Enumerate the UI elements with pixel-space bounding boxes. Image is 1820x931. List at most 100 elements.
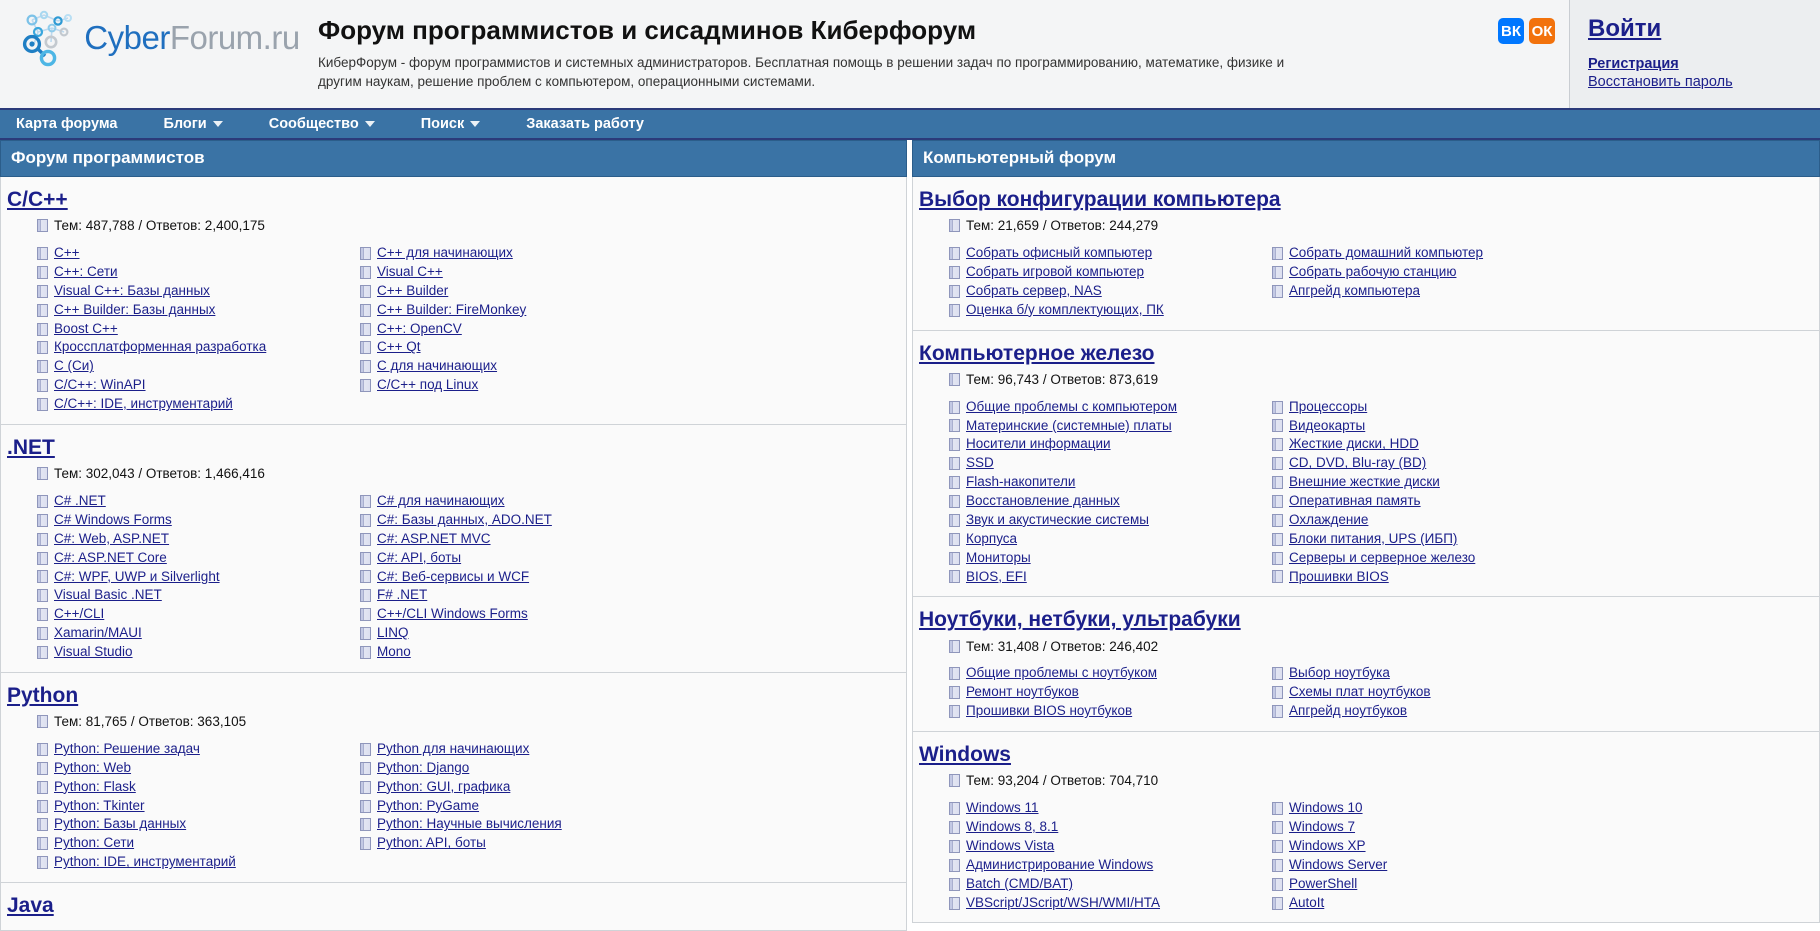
forum-section-title[interactable]: C/C++ [7, 187, 68, 212]
subforum-link[interactable]: Windows 8, 8.1 [966, 819, 1058, 836]
subforum-link[interactable]: Windows 10 [1289, 800, 1363, 817]
subforum-link[interactable]: Собрать сервер, NAS [966, 283, 1102, 300]
subforum-link[interactable]: Windows 7 [1289, 819, 1355, 836]
subforum-link[interactable]: Мониторы [966, 550, 1031, 567]
subforum-link[interactable]: C#: ASP.NET MVC [377, 531, 491, 548]
subforum-link[interactable]: F# .NET [377, 587, 427, 604]
subforum-link[interactable]: Выбор ноутбука [1289, 665, 1390, 682]
subforum-link[interactable]: Оперативная память [1289, 493, 1421, 510]
subforum-link[interactable]: LINQ [377, 625, 409, 642]
subforum-link[interactable]: C/C++: WinAPI [54, 377, 146, 394]
subforum-link[interactable]: Собрать рабочую станцию [1289, 264, 1456, 281]
subforum-link[interactable]: Boost C++ [54, 321, 118, 338]
subforum-link[interactable]: Python: Сети [54, 835, 134, 852]
subforum-link[interactable]: Собрать игровой компьютер [966, 264, 1144, 281]
subforum-link[interactable]: Кроссплатформенная разработка [54, 339, 266, 356]
subforum-link[interactable]: Жесткие диски, HDD [1289, 436, 1419, 453]
register-link[interactable]: Регистрация [1588, 56, 1820, 72]
subforum-link[interactable]: Схемы плат ноутбуков [1289, 684, 1431, 701]
subforum-link[interactable]: C++ Builder: FireMonkey [377, 302, 526, 319]
subforum-link[interactable]: Python для начинающих [377, 741, 529, 758]
subforum-link[interactable]: C# Windows Forms [54, 512, 172, 529]
subforum-link[interactable]: C++ Builder: Базы данных [54, 302, 215, 319]
subforum-link[interactable]: Восстановление данных [966, 493, 1120, 510]
ok-icon[interactable]: ОК [1529, 18, 1555, 44]
subforum-link[interactable]: C#: Базы данных, ADO.NET [377, 512, 552, 529]
subforum-link[interactable]: Python: Научные вычисления [377, 816, 562, 833]
subforum-link[interactable]: Batch (CMD/BAT) [966, 876, 1073, 893]
subforum-link[interactable]: Mono [377, 644, 411, 661]
subforum-link[interactable]: Python: Django [377, 760, 469, 777]
subforum-link[interactable]: Внешние жесткие диски [1289, 474, 1440, 491]
forum-section-title[interactable]: Выбор конфигурации компьютера [919, 187, 1281, 212]
subforum-link[interactable]: VBScript/JScript/WSH/WMI/HTA [966, 895, 1160, 912]
subforum-link[interactable]: Python: GUI, графика [377, 779, 510, 796]
subforum-link[interactable]: Прошивки BIOS ноутбуков [966, 703, 1132, 720]
subforum-link[interactable]: Собрать офисный компьютер [966, 245, 1152, 262]
nav-item-search[interactable]: Поиск [421, 116, 481, 132]
subforum-link[interactable]: Python: API, боты [377, 835, 486, 852]
subforum-link[interactable]: Прошивки BIOS [1289, 569, 1389, 586]
forum-section-title[interactable]: Java [7, 893, 54, 918]
forum-section-title[interactable]: .NET [7, 435, 55, 460]
site-logo[interactable]: CyberForum.ru [0, 0, 318, 68]
subforum-link[interactable]: AutoIt [1289, 895, 1324, 912]
subforum-link[interactable]: Python: PyGame [377, 798, 479, 815]
subforum-link[interactable]: Корпуса [966, 531, 1017, 548]
subforum-link[interactable]: Охлаждение [1289, 512, 1368, 529]
subforum-link[interactable]: SSD [966, 455, 994, 472]
subforum-link[interactable]: Апгрейд ноутбуков [1289, 703, 1407, 720]
subforum-link[interactable]: Python: Tkinter [54, 798, 145, 815]
subforum-link[interactable]: C++: OpenCV [377, 321, 462, 338]
subforum-link[interactable]: Windows Vista [966, 838, 1054, 855]
subforum-link[interactable]: BIOS, EFI [966, 569, 1027, 586]
subforum-link[interactable]: Блоки питания, UPS (ИБП) [1289, 531, 1457, 548]
subforum-link[interactable]: Серверы и серверное железо [1289, 550, 1475, 567]
subforum-link[interactable]: Python: Web [54, 760, 131, 777]
vk-icon[interactable]: ВК [1498, 18, 1524, 44]
login-link[interactable]: Войти [1588, 15, 1661, 42]
subforum-link[interactable]: Visual C++ [377, 264, 443, 281]
subforum-link[interactable]: Xamarin/MAUI [54, 625, 142, 642]
subforum-link[interactable]: Visual Basic .NET [54, 587, 162, 604]
nav-item-blogs[interactable]: Блоги [163, 116, 223, 132]
subforum-link[interactable]: Python: Flask [54, 779, 136, 796]
subforum-link[interactable]: Апгрейд компьютера [1289, 283, 1420, 300]
subforum-link[interactable]: Python: IDE, инструментарий [54, 854, 236, 871]
forum-section-title[interactable]: Ноутбуки, нетбуки, ультрабуки [919, 607, 1241, 632]
subforum-link[interactable]: C/C++: IDE, инструментарий [54, 396, 233, 413]
recover-password-link[interactable]: Восстановить пароль [1588, 74, 1820, 90]
subforum-link[interactable]: C#: Веб-сервисы и WCF [377, 569, 529, 586]
subforum-link[interactable]: Администрирование Windows [966, 857, 1153, 874]
subforum-link[interactable]: PowerShell [1289, 876, 1357, 893]
subforum-link[interactable]: Общие проблемы с компьютером [966, 399, 1177, 416]
subforum-link[interactable]: C++: Сети [54, 264, 118, 281]
subforum-link[interactable]: C/C++ под Linux [377, 377, 478, 394]
subforum-link[interactable]: Собрать домашний компьютер [1289, 245, 1483, 262]
forum-section-title[interactable]: Компьютерное железо [919, 341, 1155, 366]
subforum-link[interactable]: Общие проблемы с ноутбуком [966, 665, 1157, 682]
subforum-link[interactable]: C++ [54, 245, 80, 262]
subforum-link[interactable]: Python: Базы данных [54, 816, 186, 833]
subforum-link[interactable]: Видеокарты [1289, 418, 1365, 435]
subforum-link[interactable]: C для начинающих [377, 358, 497, 375]
subforum-link[interactable]: Ремонт ноутбуков [966, 684, 1079, 701]
subforum-link[interactable]: C#: Web, ASP.NET [54, 531, 169, 548]
subforum-link[interactable]: C++/CLI [54, 606, 104, 623]
subforum-link[interactable]: C#: ASP.NET Core [54, 550, 167, 567]
subforum-link[interactable]: C++ Builder [377, 283, 448, 300]
subforum-link[interactable]: C (Си) [54, 358, 94, 375]
subforum-link[interactable]: Visual C++: Базы данных [54, 283, 210, 300]
subforum-link[interactable]: Windows Server [1289, 857, 1387, 874]
subforum-link[interactable]: Звук и акустические системы [966, 512, 1149, 529]
subforum-link[interactable]: Visual Studio [54, 644, 133, 661]
nav-item-community[interactable]: Сообщество [269, 116, 375, 132]
subforum-link[interactable]: C++ для начинающих [377, 245, 513, 262]
nav-item-forum-map[interactable]: Карта форума [16, 116, 117, 132]
subforum-link[interactable]: C# .NET [54, 493, 106, 510]
subforum-link[interactable]: Оценка б/у комплектующих, ПК [966, 302, 1164, 319]
subforum-link[interactable]: Python: Решение задач [54, 741, 200, 758]
forum-section-title[interactable]: Python [7, 683, 78, 708]
subforum-link[interactable]: C++/CLI Windows Forms [377, 606, 528, 623]
subforum-link[interactable]: Процессоры [1289, 399, 1367, 416]
